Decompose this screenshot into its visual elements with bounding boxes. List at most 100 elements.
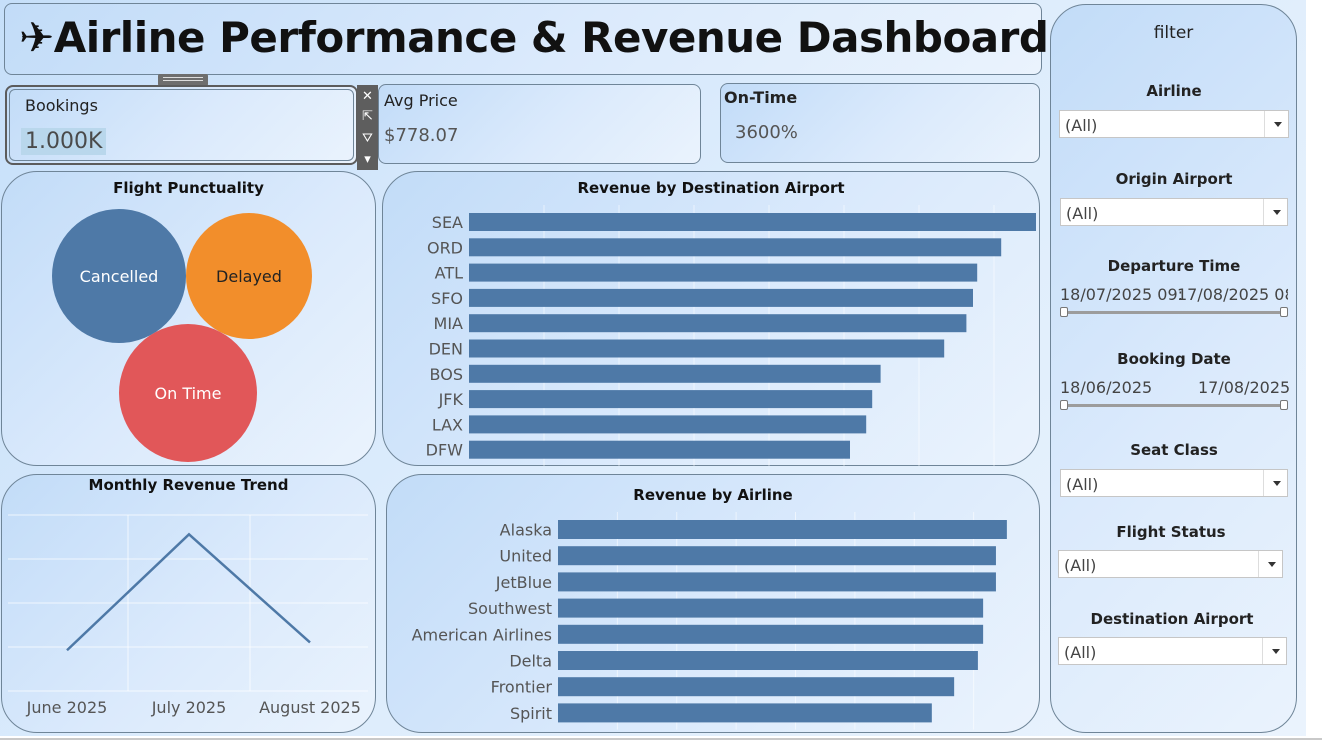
destination-category-label: JFK <box>438 390 464 409</box>
filter-destination-dropdown[interactable]: (All) <box>1058 637 1287 665</box>
destination-bar[interactable] <box>469 213 1036 231</box>
chevron-down-icon[interactable] <box>1263 470 1287 496</box>
filter-status-dropdown[interactable]: (All) <box>1058 550 1283 578</box>
airline-bar[interactable] <box>558 624 984 644</box>
filter-seat-dropdown[interactable]: (All) <box>1060 469 1288 497</box>
filter-departure-start: 18/07/2025 09: <box>1060 285 1184 304</box>
chevron-down-icon[interactable] <box>1262 638 1286 664</box>
monthly-revenue-line[interactable] <box>66 532 311 652</box>
filter-booking-start: 18/06/2025 <box>1060 378 1153 397</box>
bubble-on-time-label: On Time <box>155 384 222 403</box>
destination-bar[interactable] <box>469 339 945 358</box>
dashboard-canvas: ✈Airline Performance & Revenue Dashboard… <box>0 0 1306 736</box>
filter-departure-slider-track[interactable] <box>1064 311 1286 314</box>
dashboard-title: ✈Airline Performance & Revenue Dashboard… <box>19 13 1084 62</box>
destination-bar[interactable] <box>469 238 1002 257</box>
more-options-icon[interactable]: ▾ <box>359 151 376 168</box>
destination-category-label: DEN <box>429 340 463 359</box>
airline-category-label: Delta <box>509 652 552 671</box>
airline-category-label: United <box>499 547 552 566</box>
close-icon[interactable]: ✕ <box>359 88 376 105</box>
filter-departure-slider-end-handle[interactable] <box>1280 307 1288 317</box>
destination-bar[interactable] <box>469 263 978 282</box>
bubble-cancelled[interactable]: Cancelled <box>52 209 186 343</box>
monthly-revenue-x-tick-label: June 2025 <box>26 698 108 717</box>
airline-category-label: Spirit <box>510 704 552 723</box>
destination-category-label: MIA <box>434 314 464 333</box>
monthly-revenue-x-tick-label: August 2025 <box>259 698 361 717</box>
kpi-avg-price-value: $778.07 <box>384 125 459 146</box>
airline-category-label: Frontier <box>491 678 553 697</box>
filter-booking-slider-track[interactable] <box>1064 404 1286 407</box>
filter-airline-value: (All) <box>1065 116 1098 135</box>
kpi-bookings-label: Bookings <box>25 96 98 115</box>
kpi-on-time-label: On-Time <box>724 88 798 107</box>
kpi-avg-price-label: Avg Price <box>384 91 458 110</box>
filter-departure-slider-start-handle[interactable] <box>1060 307 1068 317</box>
filter-status-value: (All) <box>1064 556 1097 575</box>
destination-bar[interactable] <box>469 364 881 383</box>
bubble-on-time[interactable]: On Time <box>119 324 257 462</box>
airline-bar[interactable] <box>558 598 984 618</box>
filter-departure-end: 17/08/2025 08: <box>1177 285 1288 304</box>
airline-bar[interactable] <box>558 572 996 592</box>
destination-category-label: SFO <box>431 289 463 308</box>
monthly-revenue-panel: Monthly Revenue Trend June 2025 July 2025… <box>1 474 376 733</box>
popout-icon[interactable]: ⇱ <box>359 108 376 125</box>
kpi-avg-price[interactable]: Avg Price $778.07 <box>378 84 701 164</box>
revenue-by-airline-panel: Revenue by Airline Alaska United JetBlue So… <box>386 474 1040 733</box>
airline-bar[interactable] <box>558 677 955 697</box>
filter-origin-dropdown[interactable]: (All) <box>1060 198 1288 226</box>
filter-airline-label: Airline <box>1146 82 1202 100</box>
destination-category-label: LAX <box>432 415 463 434</box>
filter-seat-value: (All) <box>1066 475 1099 494</box>
airline-category-label: Alaska <box>500 521 552 540</box>
kpi-bookings-value-text: 1.000K <box>21 128 107 155</box>
filter-status-label: Flight Status <box>1116 523 1226 541</box>
airline-bar[interactable] <box>558 703 932 723</box>
kpi-bookings-value[interactable]: 1.000K <box>21 128 107 155</box>
filter-panel: filter Airline (All) Origin Airport (All… <box>1050 4 1297 733</box>
destination-category-label: BOS <box>430 365 463 384</box>
destination-category-label: ORD <box>427 238 463 257</box>
destination-category-label: ATL <box>435 264 463 283</box>
kpi-bookings[interactable]: Bookings 1.000K <box>5 85 358 165</box>
dashboard-page: ✈Airline Performance & Revenue Dashboard… <box>0 0 1322 744</box>
title-panel: ✈Airline Performance & Revenue Dashboard… <box>4 3 1084 75</box>
airline-category-label: American Airlines <box>412 625 552 644</box>
destination-bar[interactable] <box>469 390 873 409</box>
airline-bar[interactable] <box>558 651 978 670</box>
punctuality-bubble-chart: Cancelled Delayed On Time <box>52 209 312 462</box>
revenue-by-destination-chart: SEA ORD ATL SFO MIA DEN BOS JFK LAX DFW <box>426 205 1036 466</box>
monthly-revenue-chart: June 2025 July 2025 August 2025 <box>8 514 368 717</box>
destination-bar[interactable] <box>469 415 867 434</box>
destination-bar[interactable] <box>469 440 850 459</box>
chevron-down-icon[interactable] <box>1264 111 1288 137</box>
bubble-delayed-label: Delayed <box>216 267 282 286</box>
airline-bar[interactable] <box>558 546 996 566</box>
object-toolbar: ✕ ⇱ ⛛ ▾ <box>357 85 378 170</box>
destination-bar[interactable] <box>469 314 967 333</box>
airline-category-label: JetBlue <box>495 573 552 592</box>
filter-airline-dropdown[interactable]: (All) <box>1059 110 1289 138</box>
bubble-delayed[interactable]: Delayed <box>186 213 312 339</box>
airline-category-label: Southwest <box>468 599 552 618</box>
filter-booking-slider-end-handle[interactable] <box>1280 400 1288 410</box>
destination-category-label: SEA <box>432 213 463 232</box>
chevron-down-icon[interactable] <box>1263 199 1287 225</box>
filter-departure-label: Departure Time <box>1107 257 1241 275</box>
kpi-on-time[interactable]: On-Time 3600% <box>720 83 1040 163</box>
filter-heading: filter <box>1153 23 1194 43</box>
bottom-divider <box>0 738 1322 740</box>
airline-bar[interactable] <box>558 520 1007 539</box>
filter-seat-label: Seat Class <box>1130 441 1218 459</box>
filter-icon[interactable]: ⛛ <box>359 130 376 147</box>
filter-origin-label: Origin Airport <box>1115 170 1233 188</box>
filter-booking-label: Booking Date <box>1117 350 1231 368</box>
revenue-by-airline-chart: Alaska United JetBlue Southwest American Air… <box>412 512 1007 730</box>
destination-bar[interactable] <box>469 288 973 307</box>
filter-booking-slider-start-handle[interactable] <box>1060 400 1068 410</box>
destination-category-label: DFW <box>426 441 464 460</box>
chevron-down-icon[interactable] <box>1258 551 1282 577</box>
filter-booking-end: 17/08/2025 <box>1198 378 1291 397</box>
